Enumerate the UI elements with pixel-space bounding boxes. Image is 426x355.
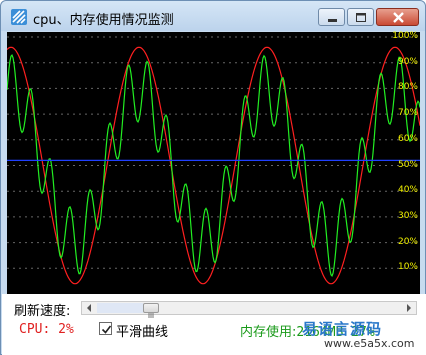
refresh-speed-scrollbar[interactable] <box>81 301 417 318</box>
smooth-curve-checkbox[interactable] <box>99 322 112 335</box>
memory-usage-label: 内存使用: <box>240 325 297 340</box>
scroll-left-button[interactable] <box>82 302 96 314</box>
minimize-button[interactable] <box>318 8 345 26</box>
close-icon <box>393 12 404 23</box>
y-tick-label: 90% <box>397 56 418 67</box>
grid-lines <box>7 36 420 269</box>
y-tick-label: 40% <box>397 185 418 196</box>
cpu-usage-text: CPU: 2% <box>19 322 74 337</box>
grip-icon <box>148 313 154 318</box>
scroll-track-fill <box>97 303 143 313</box>
y-tick-label: 30% <box>397 210 418 221</box>
app-icon <box>11 9 27 25</box>
usage-graph: 100% 90% 80% 70% 60% 50% 40% 30% 20% 10% <box>7 31 420 294</box>
y-tick-label: 20% <box>397 236 418 247</box>
control-panel: 刷新速度: CPU: 2% 平滑曲线 内存使用:2164MB 27% 易语言源码… <box>2 294 426 355</box>
monitor-window: cpu、内存使用情况监测 100% 90% 80% 70% 60% 50% 40% 30% 20… <box>0 0 426 355</box>
scroll-thumb[interactable] <box>143 303 159 318</box>
refresh-speed-label: 刷新速度: <box>14 304 71 319</box>
title-bar[interactable]: cpu、内存使用情况监测 <box>1 1 425 31</box>
arrow-left-icon <box>87 304 91 312</box>
y-tick-label: 60% <box>397 133 418 144</box>
y-tick-label: 100% <box>392 31 418 41</box>
minimize-icon <box>328 19 337 22</box>
maximize-icon <box>356 13 366 22</box>
graph-canvas <box>7 36 420 285</box>
y-tick-label: 70% <box>397 108 418 119</box>
scroll-right-button[interactable] <box>402 302 416 314</box>
smooth-curve-label[interactable]: 平滑曲线 <box>116 321 168 340</box>
y-tick-label: 10% <box>397 262 418 273</box>
close-button[interactable] <box>376 8 419 26</box>
arrow-right-icon <box>407 304 411 312</box>
window-title: cpu、内存使用情况监测 <box>33 13 174 28</box>
watermark-logo: 易语言源码 <box>302 320 383 338</box>
y-tick-label: 50% <box>397 159 418 170</box>
maximize-button[interactable] <box>347 8 374 26</box>
checkmark-icon <box>101 325 112 334</box>
watermark-url: www.e5a5x.com <box>324 337 415 350</box>
y-tick-label: 80% <box>397 82 418 93</box>
